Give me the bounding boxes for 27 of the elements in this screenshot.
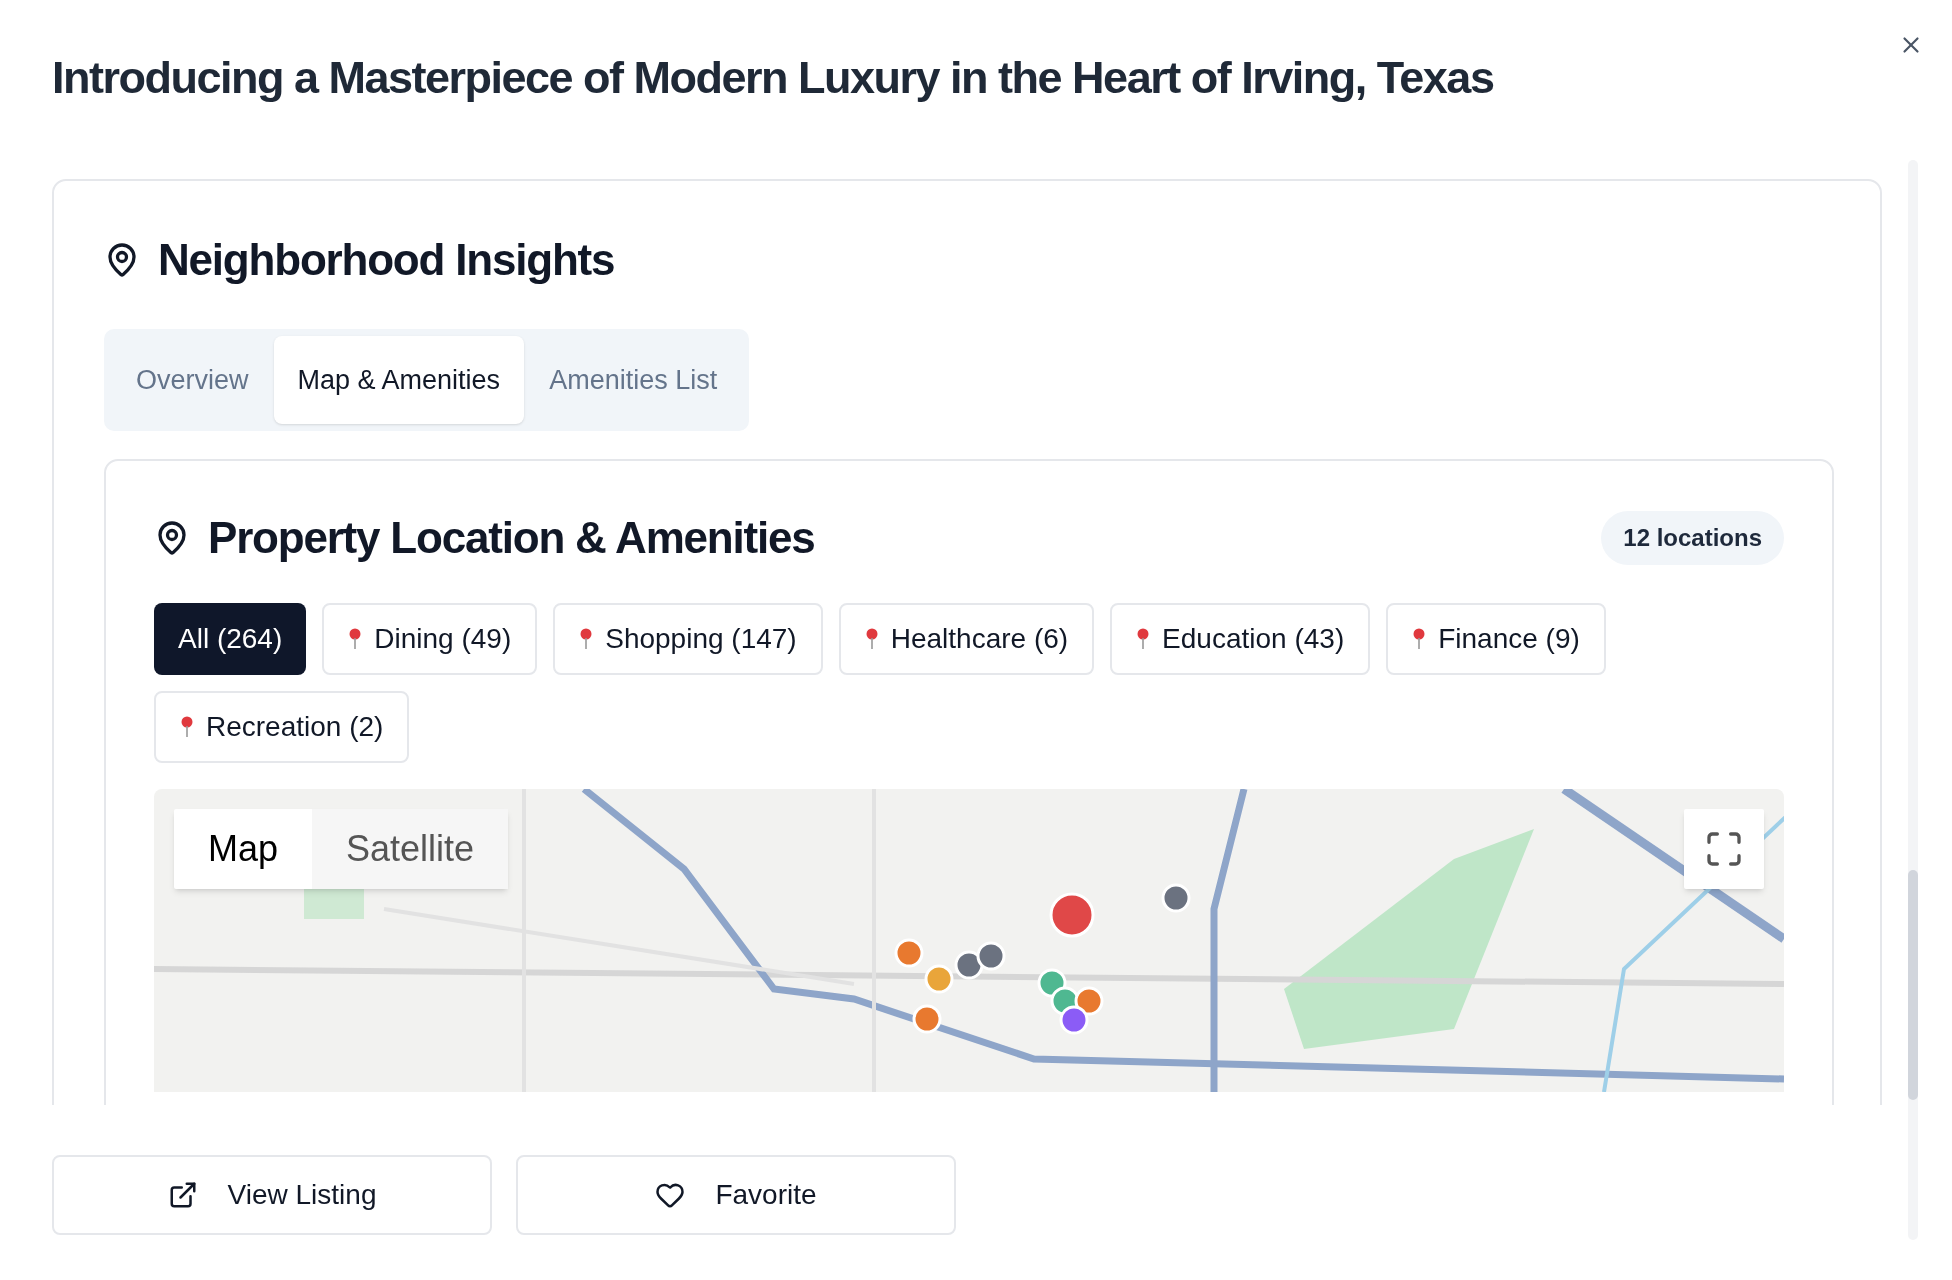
- map[interactable]: Map Satellite: [154, 789, 1784, 1092]
- filter-chip[interactable]: Healthcare (6): [838, 603, 1095, 675]
- tab[interactable]: Amenities List: [524, 336, 743, 424]
- filter-chip[interactable]: Dining (49): [322, 603, 538, 675]
- action-button[interactable]: Favorite: [516, 1155, 956, 1235]
- filter-chip[interactable]: All (264): [154, 603, 307, 675]
- filter-chip[interactable]: Finance (9): [1386, 603, 1606, 675]
- action-button[interactable]: View Listing: [52, 1155, 492, 1235]
- pin-icon: [348, 628, 363, 650]
- tab[interactable]: Map & Amenities: [273, 336, 525, 424]
- fullscreen-icon: [1704, 829, 1744, 869]
- section-heading: Neighborhood Insights: [158, 234, 615, 286]
- tab[interactable]: Overview: [111, 336, 274, 424]
- filter-chip[interactable]: Education (43): [1110, 603, 1371, 675]
- dialog-title: Introducing a Masterpiece of Modern Luxury in the Heart of Irving, Texas: [52, 51, 1495, 105]
- filter-chip[interactable]: Shopping (147): [553, 603, 823, 675]
- locations-badge: 12 locations: [1601, 511, 1784, 565]
- panel-heading: Property Location & Amenities: [208, 512, 815, 564]
- pin-icon: [864, 628, 879, 650]
- pin-icon: [1412, 628, 1427, 650]
- pin-icon: [180, 716, 194, 738]
- map-type-button[interactable]: Satellite: [312, 809, 509, 889]
- pin-icon: [579, 628, 594, 650]
- map-type-button[interactable]: Map: [174, 809, 313, 889]
- fullscreen-button[interactable]: [1684, 809, 1764, 889]
- pin-icon: [1136, 628, 1151, 650]
- filter-chip[interactable]: Recreation (2): [154, 691, 410, 763]
